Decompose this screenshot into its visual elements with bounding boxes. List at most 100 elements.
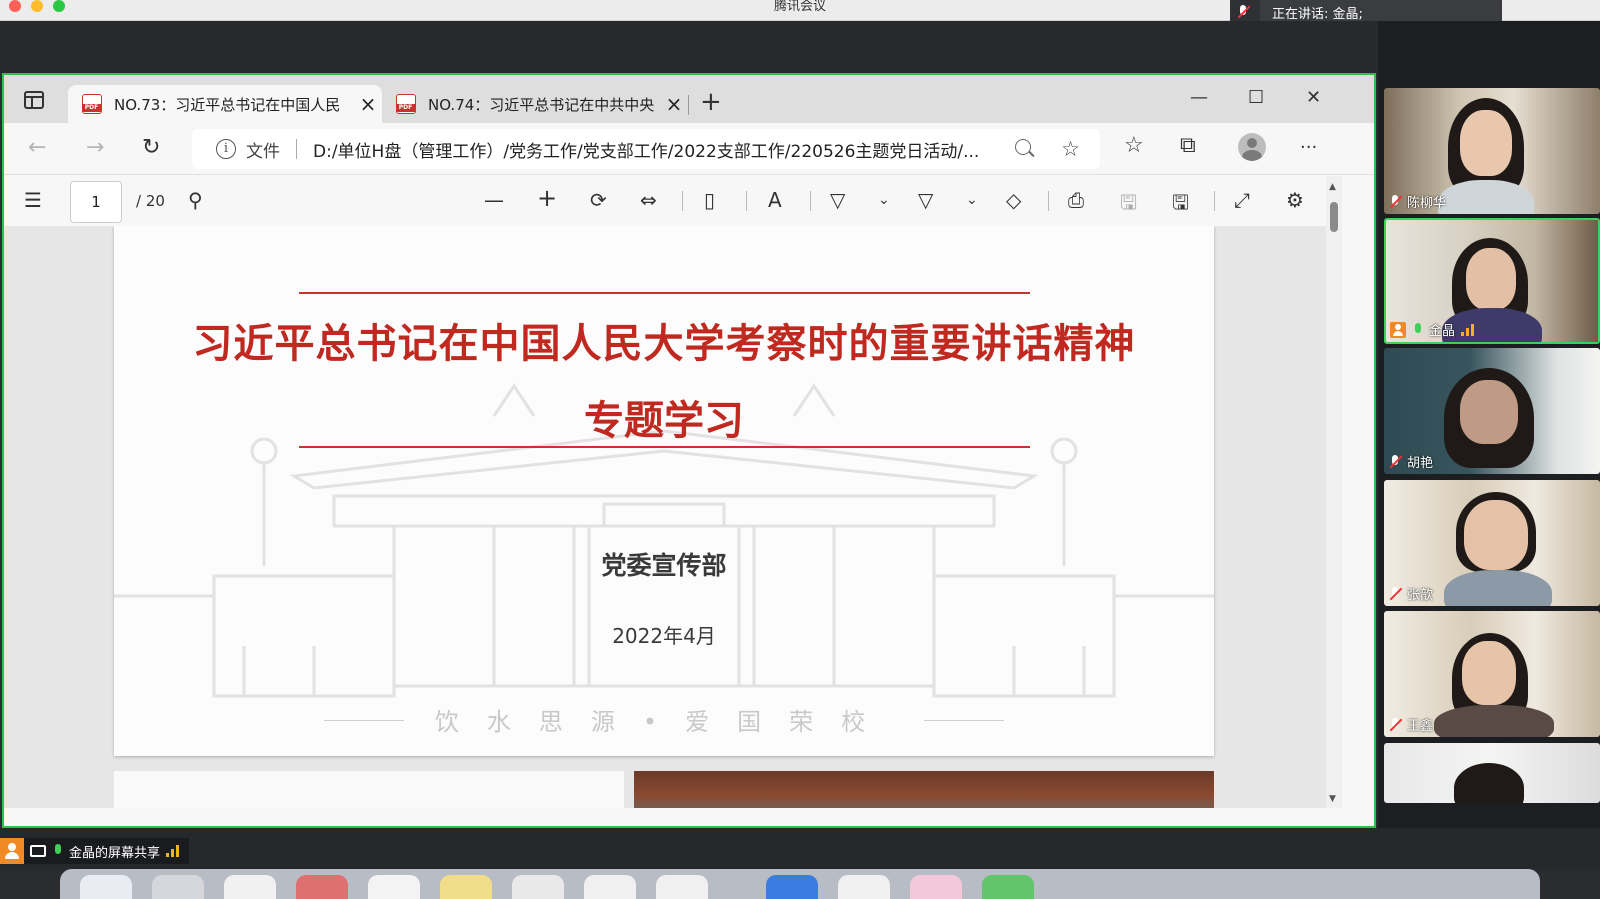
document-department: 党委宣传部 — [601, 551, 727, 580]
collections-icon[interactable]: ⧉ — [1180, 133, 1196, 158]
zoom-out-button[interactable]: — — [484, 188, 504, 212]
app-icon[interactable] — [838, 875, 890, 899]
contents-icon[interactable]: ☰ — [24, 188, 42, 212]
shared-browser-window: NO.73：习近平总书记在中国人民 × NO.74：习近平总书记在中共中央 × … — [2, 73, 1376, 828]
pdf-page-2-left — [114, 771, 624, 808]
participant-tile[interactable]: 陈柳华 — [1384, 88, 1600, 214]
volume-bars-icon — [1461, 323, 1475, 336]
read-aloud-icon[interactable]: A — [768, 188, 782, 212]
page-number-input[interactable]: 1 — [70, 181, 122, 223]
tab-no74[interactable]: NO.74：习近平总书记在中共中央 × — [382, 85, 688, 123]
participant-name: 王鑫 — [1388, 715, 1433, 734]
toolbar-separator — [810, 191, 811, 211]
app-icon[interactable] — [982, 875, 1034, 899]
participant-tile[interactable] — [1384, 743, 1600, 803]
zoom-out-icon[interactable] — [1015, 139, 1035, 159]
mic-muted-icon — [1388, 717, 1402, 732]
document-title-line2: 专题学习 — [584, 398, 744, 444]
pdf-icon — [82, 94, 102, 114]
volume-bars-icon — [166, 845, 180, 857]
screen-share-icon — [30, 845, 46, 857]
participant-name: 张歆 — [1388, 584, 1433, 603]
page-total: / 20 — [136, 192, 165, 210]
info-icon[interactable]: i — [216, 139, 236, 159]
draw-icon[interactable]: ▽ — [830, 188, 845, 212]
vertical-scrollbar[interactable]: ▲ ▼ — [1326, 176, 1342, 808]
close-tab-icon[interactable]: × — [660, 92, 688, 116]
mic-muted-icon — [1388, 194, 1402, 209]
vertical-tabs-icon[interactable] — [24, 91, 44, 109]
url-text[interactable]: D:/单位H盘（管理工作）/党务工作/党支部工作/2022支部工作/220526… — [313, 137, 1015, 162]
participant-tile[interactable]: 张歆 — [1384, 480, 1600, 606]
title-rule-bottom — [299, 446, 1030, 448]
print-icon[interactable]: ⎙ — [1068, 188, 1084, 212]
rotate-icon[interactable]: ⟳ — [590, 188, 607, 212]
page-view-icon[interactable]: ▯ — [704, 188, 715, 212]
scroll-down-icon[interactable]: ▼ — [1329, 794, 1336, 804]
app-icon[interactable] — [296, 875, 348, 899]
add-favorite-icon[interactable]: ☆ — [1061, 137, 1080, 161]
tab-title: NO.73：习近平总书记在中国人民 — [114, 95, 341, 114]
more-icon[interactable]: ··· — [1300, 137, 1317, 158]
app-icon[interactable] — [152, 875, 204, 899]
app-icon[interactable] — [910, 875, 962, 899]
app-icon[interactable] — [766, 875, 818, 899]
meeting-top-area — [0, 21, 1378, 73]
app-icon[interactable] — [368, 875, 420, 899]
tab-no73[interactable]: NO.73：习近平总书记在中国人民 × — [68, 85, 382, 123]
macos-dock — [60, 869, 1540, 899]
minimize-button[interactable]: — — [1190, 87, 1208, 108]
participant-tile[interactable]: 胡艳 — [1384, 348, 1600, 474]
toolbar-separator — [746, 191, 747, 211]
favorites-icon[interactable]: ☆ — [1124, 133, 1144, 158]
participant-tile-active-speaker[interactable]: 金晶 — [1384, 218, 1600, 344]
omnibox-separator — [296, 139, 297, 159]
toolbar-separator — [1048, 191, 1049, 211]
draw-options-chevron-down-icon[interactable]: ⌄ — [878, 192, 890, 208]
scrollbar-thumb[interactable] — [1330, 202, 1338, 232]
new-tab-button[interactable]: + — [700, 87, 722, 117]
reload-icon[interactable]: ↻ — [142, 135, 160, 160]
highlight-options-chevron-down-icon[interactable]: ⌄ — [966, 192, 978, 208]
campus-gate-illustration — [114, 383, 1214, 698]
screen-share-indicator[interactable]: 金晶的屏幕共享 — [0, 838, 190, 864]
forward-icon[interactable]: → — [86, 135, 104, 160]
close-tab-icon[interactable]: × — [354, 92, 382, 116]
scroll-up-icon[interactable]: ▲ — [1329, 182, 1336, 192]
mic-active-icon — [52, 844, 64, 858]
mic-muted-icon — [1388, 586, 1402, 601]
participant-name: 陈柳华 — [1388, 192, 1446, 211]
pdf-page-1: 习近平总书记在中国人民大学考察时的重要讲话精神 专题学习 党委宣传部 2022年… — [114, 226, 1214, 756]
pdf-viewer[interactable]: 习近平总书记在中国人民大学考察时的重要讲话精神 专题学习 党委宣传部 2022年… — [4, 226, 1326, 808]
app-icon[interactable] — [656, 875, 708, 899]
finder-icon[interactable] — [80, 875, 132, 899]
tab-separator — [688, 95, 689, 115]
highlight-icon[interactable]: ▽ — [918, 188, 933, 212]
app-icon[interactable] — [224, 875, 276, 899]
settings-gear-icon[interactable]: ⚙ — [1286, 188, 1304, 212]
zoom-in-button[interactable]: + — [537, 184, 557, 212]
close-button[interactable]: ✕ — [1306, 87, 1321, 108]
document-date: 2022年4月 — [612, 624, 716, 648]
screen-share-label: 金晶的屏幕共享 — [69, 845, 161, 861]
file-scheme-label: 文件 — [246, 141, 280, 162]
save-icon[interactable]: 🖫 — [1120, 188, 1137, 222]
back-icon[interactable]: ← — [28, 135, 46, 160]
title-rule-top — [299, 292, 1030, 294]
participant-tile[interactable]: 王鑫 — [1384, 611, 1600, 737]
erase-icon[interactable]: ◇ — [1006, 188, 1021, 212]
host-icon — [1390, 321, 1406, 338]
search-icon[interactable]: ⚲ — [188, 188, 203, 212]
address-bar[interactable]: i 文件 D:/单位H盘（管理工作）/党务工作/党支部工作/2022支部工作/2… — [192, 129, 1100, 169]
save-as-icon[interactable]: 🖫 — [1172, 188, 1189, 222]
profile-avatar[interactable] — [1238, 133, 1266, 161]
app-icon[interactable] — [584, 875, 636, 899]
pdf-toolbar: ☰ 1 / 20 ⚲ — + ⟳ ⇔ ▯ A ▽ ⌄ ▽ ⌄ ◇ ⎙ 🖫 🖫 ⤢… — [4, 176, 1322, 226]
fit-width-icon[interactable]: ⇔ — [640, 188, 657, 212]
fullscreen-icon[interactable]: ⤢ — [1234, 188, 1250, 212]
maximize-button[interactable]: ☐ — [1248, 87, 1264, 108]
app-icon[interactable] — [512, 875, 564, 899]
motto-rule-right — [924, 720, 1004, 721]
pdf-icon — [396, 94, 416, 114]
app-icon[interactable] — [440, 875, 492, 899]
